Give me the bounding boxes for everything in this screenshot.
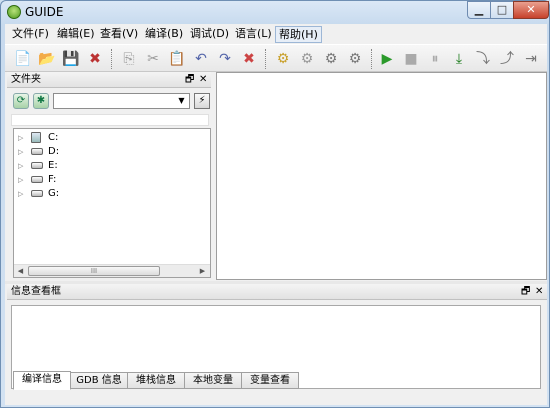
menu-view[interactable]: 查看(V) [97,26,141,43]
stop-icon[interactable]: ■ [401,49,421,69]
drive-icon [31,162,43,169]
info-panel-header: 信息查看框 🗗 ✕ [7,284,547,300]
tree-item[interactable]: ▷ E: [14,159,210,173]
tree-item-label: E: [48,160,58,171]
new-file-icon[interactable]: 📄 [13,49,33,69]
chevron-down-icon[interactable]: ▼ [175,95,188,107]
toolbar-separator [265,49,267,69]
main-toolbar: 📄 📂 💾 ✖ ⎘ ✂ 📋 ↶ ↷ ✖ ⚙ ⚙ ⚙ ⚙ ▶ ■ ⏸ ⤓ ⤵ ⤴ … [5,44,547,72]
minimize-button[interactable]: ▁ [467,1,491,19]
client-area: 文件(F) 编辑(E) 查看(V) 编译(B) 调试(D) 语言(L) 帮助(H… [5,24,547,405]
title-bar[interactable]: GUIDE ▁ □ ✕ [1,1,549,23]
folder-panel-header: 文件夹 🗗 ✕ [7,72,211,88]
expand-arrow-icon[interactable]: ▷ [18,173,26,187]
browse-folders-icon[interactable]: ✱ [33,93,49,109]
refresh-icon[interactable]: ⟳ [13,93,29,109]
menu-help[interactable]: 帮助(H) [275,26,322,43]
folder-panel-title: 文件夹 [11,74,41,85]
tree-item-label: C: [48,132,59,143]
redo-icon[interactable]: ↷ [215,49,235,69]
expand-arrow-icon[interactable]: ▷ [18,145,26,159]
horizontal-scrollbar[interactable]: ◀ III ▶ [14,264,210,277]
close-button[interactable]: ✕ [513,1,549,19]
settings-gear-icon[interactable]: ⚙ [321,49,341,69]
folder-panel: 文件夹 🗗 ✕ ⟳ ✱ ▼ ⚡ ▷ C: ▷ D: ▷ E: ▷ F: ▷ G:… [7,72,211,280]
tree-item[interactable]: ▷ C: [14,131,210,145]
editor-area[interactable] [216,72,547,280]
scroll-thumb[interactable]: III [28,266,160,276]
float-panel-icon[interactable]: 🗗 [521,284,530,300]
drive-icon [31,190,43,197]
tree-item-label: G: [48,188,60,199]
tree-item[interactable]: ▷ D: [14,145,210,159]
menu-build[interactable]: 编译(B) [142,26,186,43]
menu-file[interactable]: 文件(F) [9,26,52,43]
close-panel-icon[interactable]: ✕ [199,72,207,88]
scroll-left-icon[interactable]: ◀ [15,266,26,277]
tree-item[interactable]: ▷ F: [14,173,210,187]
step-into-icon[interactable]: ⤓ [449,49,469,69]
run-icon[interactable]: ▶ [377,49,397,69]
folder-path-combo[interactable]: ▼ [53,93,190,109]
pause-icon[interactable]: ⏸ [425,49,445,69]
menu-language[interactable]: 语言(L) [232,26,275,43]
open-folder-icon[interactable]: 📂 [37,49,57,69]
build-icon[interactable]: ⚙ [297,49,317,69]
menu-debug[interactable]: 调试(D) [187,26,232,43]
status-bar [5,392,547,405]
info-panel-title: 信息查看框 [11,286,61,297]
tab-watch-variables[interactable]: 变量查看 [241,372,299,389]
step-out-icon[interactable]: ⤴ [497,49,517,69]
menu-bar: 文件(F) 编辑(E) 查看(V) 编译(B) 调试(D) 语言(L) 帮助(H… [5,24,547,44]
tab-compile-info[interactable]: 编译信息 [13,371,71,390]
toolbar-separator [371,49,373,69]
system-drive-icon [31,132,41,143]
app-logo-icon [7,5,21,19]
menu-edit[interactable]: 编辑(E) [54,26,98,43]
toolbar-separator [111,49,113,69]
float-panel-icon[interactable]: 🗗 [185,72,194,88]
info-tabs: 编译信息 GDB 信息 堆栈信息 本地变量 变量查看 [9,371,547,392]
maximize-button[interactable]: □ [490,1,514,19]
tools-icon[interactable]: ✖ [239,49,259,69]
expand-arrow-icon[interactable]: ▷ [18,159,26,173]
tree-item-label: F: [48,174,57,185]
scroll-right-icon[interactable]: ▶ [197,266,208,277]
expand-arrow-icon[interactable]: ▷ [18,131,26,145]
go-icon[interactable]: ⚡ [194,93,210,109]
drive-icon [31,176,43,183]
close-file-icon[interactable]: ✖ [85,49,105,69]
tree-item-label: D: [48,146,60,157]
path-bar [11,114,209,126]
drive-tree: ▷ C: ▷ D: ▷ E: ▷ F: ▷ G: ◀ III ▶ [13,128,211,278]
step-over-icon[interactable]: ⤵ [473,49,493,69]
tab-stack-info[interactable]: 堆栈信息 [127,372,185,389]
drive-icon [31,148,43,155]
tab-local-variables[interactable]: 本地变量 [184,372,242,389]
tree-item[interactable]: ▷ G: [14,187,210,201]
close-panel-icon[interactable]: ✕ [535,284,543,300]
settings-gears-icon[interactable]: ⚙ [345,49,365,69]
main-window: GUIDE ▁ □ ✕ 文件(F) 编辑(E) 查看(V) 编译(B) 调试(D… [0,0,550,408]
cut-icon[interactable]: ✂ [143,49,163,69]
save-icon[interactable]: 💾 [61,49,81,69]
run-to-cursor-icon[interactable]: ⇥ [521,49,541,69]
folder-panel-toolbar: ⟳ ✱ ▼ ⚡ [7,90,211,112]
tab-gdb-info[interactable]: GDB 信息 [70,372,128,389]
undo-icon[interactable]: ↶ [191,49,211,69]
paste-icon[interactable]: 📋 [167,49,187,69]
window-title: GUIDE [25,5,64,19]
copy-icon[interactable]: ⎘ [119,49,139,69]
compile-icon[interactable]: ⚙ [273,49,293,69]
expand-arrow-icon[interactable]: ▷ [18,187,26,201]
